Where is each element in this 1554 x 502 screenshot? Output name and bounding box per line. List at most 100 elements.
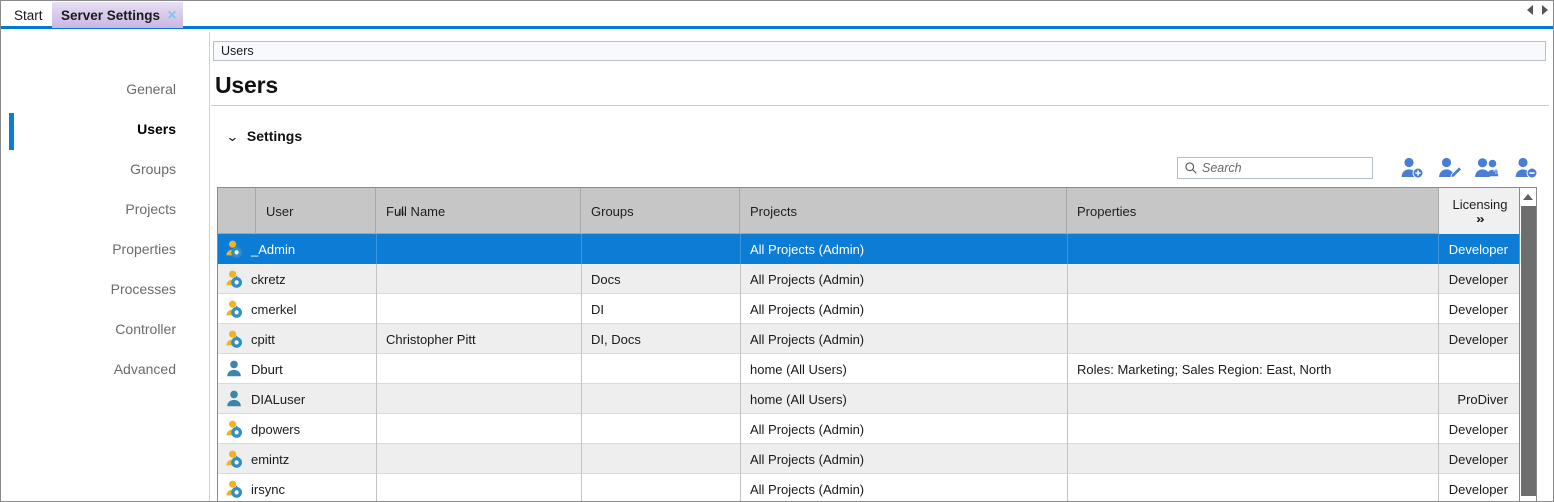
column-header-user[interactable]: User [256,188,376,234]
column-header-projects[interactable]: Projects [740,188,1067,234]
scroll-up-button[interactable] [1520,188,1536,205]
cell-projects: home (All Users) [740,384,1067,414]
cell-user-label: Dburt [251,362,283,377]
add-user-group-button[interactable] [1469,155,1507,181]
cell-licensing [1438,354,1521,384]
cell-projects: All Projects (Admin) [740,234,1067,264]
tab-scroll-controls [1527,5,1548,15]
settings-section-label: Settings [247,128,302,144]
cell-user-label: cmerkel [251,302,297,317]
admin-user-icon [224,419,244,439]
sidebar-item-projects[interactable]: Projects [36,199,176,219]
table-row[interactable]: ckretzDocsAll Projects (Admin)Developer [218,264,1536,294]
cell-full-name [376,414,581,444]
cell-groups [581,234,740,264]
users-table: User Full Name Groups Projects Propertie… [217,187,1537,502]
cell-user: _Admin [218,234,376,264]
table-row[interactable]: emintzAll Projects (Admin)Developer [218,444,1536,474]
cell-user-label: irsync [251,482,285,497]
cell-properties [1067,444,1438,474]
table-vertical-scrollbar[interactable] [1519,188,1536,502]
remove-user-button[interactable] [1507,155,1545,181]
cell-projects: All Projects (Admin) [740,474,1067,502]
column-header-icon[interactable] [218,188,256,234]
search-box[interactable] [1177,157,1373,179]
table-row[interactable]: cmerkelDIAll Projects (Admin)Developer [218,294,1536,324]
table-row[interactable]: Dburthome (All Users)Roles: Marketing; S… [218,354,1536,384]
cell-user: dpowers [218,414,376,444]
cell-licensing: Developer [1438,324,1521,354]
user-edit-icon [1437,156,1463,180]
cell-properties [1067,264,1438,294]
cell-projects: All Projects (Admin) [740,264,1067,294]
admin-user-icon [224,329,244,349]
chevron-double-down-icon[interactable]: ⌄ [226,130,240,143]
sidebar: General Users Groups Projects Properties… [2,32,210,502]
sidebar-item-users[interactable]: Users [36,119,176,139]
sidebar-item-advanced[interactable]: Advanced [36,359,176,379]
cell-user-label: cpitt [251,332,275,347]
cell-licensing: Developer [1438,264,1521,294]
admin-user-icon [224,299,244,319]
table-row[interactable]: dpowers All Projects (Admin) Developer [218,414,1536,444]
user-add-icon [1399,156,1425,180]
column-header-properties-label: Properties [1077,204,1136,219]
cell-groups: DI [581,294,740,324]
cell-groups [581,354,740,384]
cell-full-name [376,354,581,384]
column-header-groups[interactable]: Groups [581,188,740,234]
cell-projects: All Projects (Admin) [740,414,1067,444]
cell-groups: DI, Docs [581,324,740,354]
cell-properties [1067,474,1438,502]
sidebar-item-controller[interactable]: Controller [36,319,176,339]
sidebar-item-processes[interactable]: Processes [36,279,176,299]
cell-user: irsync [218,474,376,502]
sidebar-item-general[interactable]: General [36,79,176,99]
users-toolbar [1177,155,1545,181]
edit-user-button[interactable] [1431,155,1469,181]
sidebar-item-groups[interactable]: Groups [36,159,176,179]
cell-licensing: Developer [1438,444,1521,474]
tab-server-settings[interactable]: Server Settings ✕ [52,2,183,28]
search-icon [1184,161,1198,175]
cell-user: DIALuser [218,384,376,414]
chevron-left-icon[interactable] [1527,5,1533,15]
user-remove-icon [1513,156,1539,180]
cell-licensing: Developer [1438,234,1521,264]
column-header-user-label: User [266,204,293,219]
arrow-up-icon [1523,194,1533,200]
cell-user: cmerkel [218,294,376,324]
cell-licensing: Developer [1438,414,1521,444]
cell-licensing: Developer [1438,474,1521,502]
cell-properties [1067,234,1438,264]
close-icon[interactable]: ✕ [167,9,177,21]
column-header-licensing[interactable]: Licensing » [1438,188,1521,234]
user-icon [224,359,244,379]
cell-full-name: Christopher Pitt [376,324,581,354]
settings-section-header[interactable]: ⌄ Settings [227,128,302,144]
table-row[interactable]: irsync All Projects (Admin) Developer [218,474,1536,502]
chevron-double-right-icon[interactable]: » [1476,213,1485,225]
column-header-properties[interactable]: Properties [1067,188,1438,234]
tab-start[interactable]: Start [5,2,52,28]
scrollbar-thumb[interactable] [1521,206,1536,496]
table-row[interactable]: cpittChristopher PittDI, DocsAll Project… [218,324,1536,354]
cell-projects: home (All Users) [740,354,1067,384]
sidebar-item-properties[interactable]: Properties [36,239,176,259]
path-bar[interactable]: Users [213,41,1546,61]
content-area: Users Users ⌄ Settings [211,32,1553,502]
table-row[interactable]: DIALuserhome (All Users)ProDiver [218,384,1536,414]
user-icon [224,389,244,409]
chevron-right-icon[interactable] [1542,5,1548,15]
search-input[interactable] [1202,161,1362,175]
table-row[interactable]: _Admin All Projects (Admin) Developer [218,234,1536,264]
add-user-button[interactable] [1393,155,1431,181]
cell-full-name [376,384,581,414]
column-header-licensing-label: Licensing [1453,197,1508,212]
cell-user-label: dpowers [251,422,300,437]
users-table-header: User Full Name Groups Projects Propertie… [218,188,1536,234]
column-header-full-name[interactable]: Full Name [376,188,581,234]
cell-user-label: emintz [251,452,289,467]
cell-user-label: _Admin [251,242,295,257]
cell-properties [1067,294,1438,324]
